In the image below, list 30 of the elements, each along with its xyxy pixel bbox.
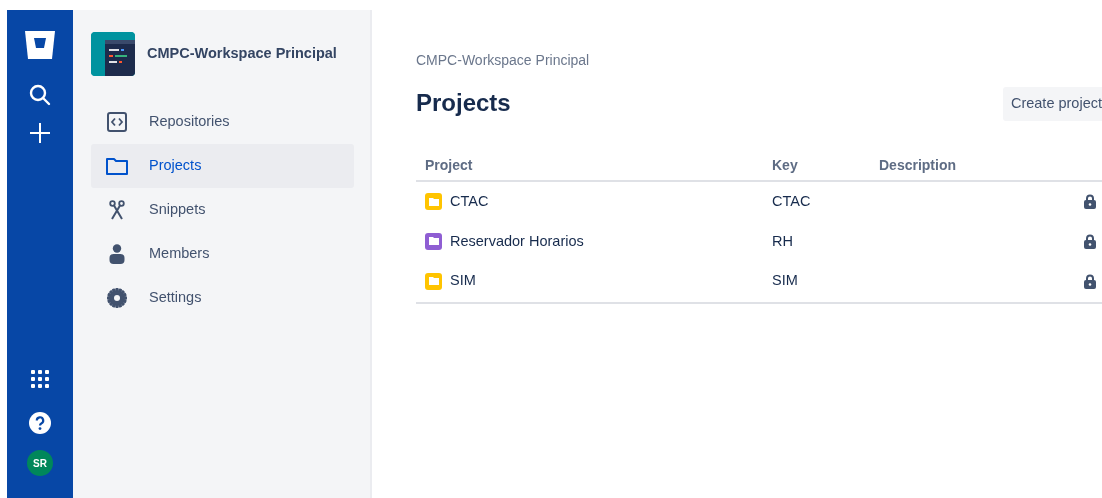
project-key: RH <box>772 232 793 249</box>
sidebar-item[interactable]: Snippets <box>91 188 354 232</box>
sidebar-item[interactable]: Projects <box>91 144 354 188</box>
user-avatar[interactable]: SR <box>27 450 53 476</box>
help-icon[interactable] <box>29 412 51 434</box>
column-header: Key <box>763 150 870 181</box>
column-header: Project <box>416 150 763 181</box>
sidebar-item[interactable]: Repositories <box>91 100 354 144</box>
workspace-name: CMPC-Workspace Principal <box>147 44 337 64</box>
page-title: Projects <box>416 89 511 119</box>
scissors-icon <box>109 200 125 220</box>
column-header: Description <box>870 150 1051 181</box>
breadcrumb-link[interactable]: CMPC-Workspace Principal <box>416 50 1102 71</box>
project-key: CTAC <box>772 192 811 209</box>
search-icon[interactable] <box>29 84 51 106</box>
plus-icon[interactable] <box>29 122 51 144</box>
bucket-logo-icon[interactable] <box>24 30 56 60</box>
code-icon <box>107 112 127 132</box>
folder-icon <box>105 156 129 176</box>
sidebar-item[interactable]: Members <box>91 232 354 276</box>
project-key: SIM <box>772 272 798 289</box>
person-icon <box>109 244 125 264</box>
app-grid-icon[interactable] <box>31 370 49 388</box>
project-name-link[interactable]: SIM <box>450 270 476 292</box>
project-name-link[interactable]: Reservador Horarios <box>450 230 584 253</box>
create-project-button[interactable]: Create project <box>1002 87 1102 121</box>
sidebar-item[interactable]: Settings <box>91 276 354 320</box>
gear-icon <box>107 288 127 308</box>
workspace-logo-icon <box>91 32 135 76</box>
project-name-link[interactable]: CTAC <box>450 190 489 213</box>
